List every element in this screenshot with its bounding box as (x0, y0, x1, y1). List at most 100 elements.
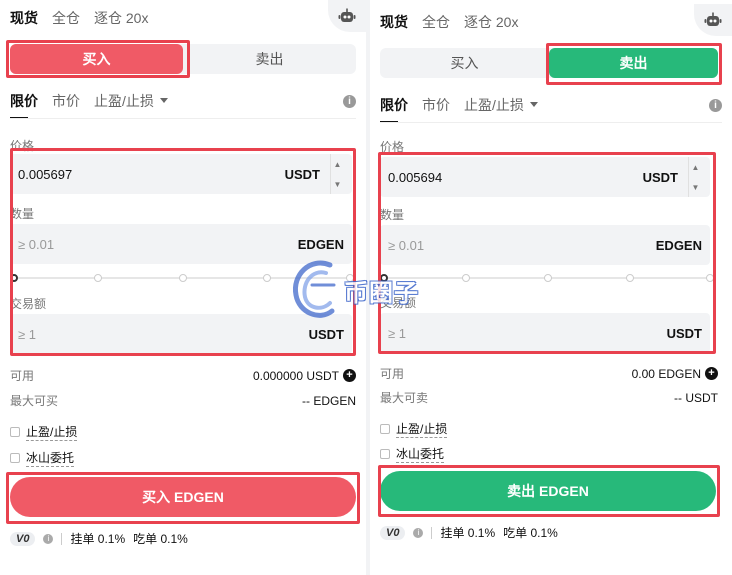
slider-mark-75[interactable] (263, 274, 271, 282)
amount-input[interactable]: ≥ 1 USDT (380, 313, 710, 353)
slider-mark-75[interactable] (626, 274, 634, 282)
trading-bot-button[interactable] (694, 4, 732, 36)
amount-unit: USDT (666, 325, 702, 341)
available-value: 0.00 EDGEN (631, 366, 701, 381)
price-unit: USDT (284, 166, 320, 182)
maker-fee: 挂单 0.1% (70, 532, 126, 546)
tp-sl-option-label: 止盈/止损 (396, 422, 448, 438)
price-stepper: ▲ ▼ (688, 157, 702, 197)
quantity-input[interactable]: ≥ 0.01 EDGEN (380, 225, 710, 265)
tp-sl-label: 止盈/止损 (94, 93, 154, 109)
tp-sl-checkbox[interactable] (380, 424, 390, 434)
info-icon[interactable]: i (43, 533, 54, 544)
percent-slider[interactable] (380, 272, 714, 284)
available-value: 0.000000 USDT (252, 368, 339, 383)
available-label: 可用 (10, 369, 35, 383)
buy-side-button[interactable]: 买入 (10, 44, 183, 74)
tab-spot[interactable]: 现货 (380, 12, 408, 32)
fee-rate-row: V0 i 挂单 0.1% 吃单 0.1% (380, 524, 558, 541)
price-unit: USDT (642, 169, 678, 185)
robot-icon (338, 8, 356, 22)
price-input[interactable]: 0.005697 USDT ▲ ▼ (10, 154, 352, 194)
sell-order-panel: 现货 全仓 逐仓 20x 买入 卖出 限价 市价 止盈/止损 i 价格 0.00… (370, 0, 732, 575)
slider-mark-0[interactable] (10, 274, 18, 282)
sell-side-button[interactable]: 卖出 (183, 44, 356, 74)
plus-circle-icon[interactable]: + (343, 369, 356, 382)
quantity-placeholder: ≥ 0.01 (18, 236, 55, 252)
tp-sl-option[interactable]: 止盈/止损 (10, 423, 78, 441)
caret-down-icon (529, 102, 538, 107)
vip-level-badge[interactable]: V0 (380, 525, 406, 540)
vip-level-badge[interactable]: V0 (10, 531, 36, 546)
separator (61, 532, 63, 545)
trading-bot-button[interactable] (328, 0, 366, 32)
stepper-up-icon[interactable]: ▲ (689, 157, 702, 177)
tab-market-order[interactable]: 市价 (422, 95, 450, 115)
max-buy-row: 最大可买 -- EDGEN (10, 392, 356, 409)
max-buy-label: 最大可买 (10, 394, 59, 408)
trade-mode-tabs: 现货 全仓 逐仓 20x (380, 12, 518, 32)
sell-side-button[interactable]: 卖出 (549, 48, 718, 78)
quantity-label: 数量 (10, 207, 35, 221)
iceberg-option[interactable]: 冰山委托 (380, 445, 445, 463)
tab-market-order[interactable]: 市价 (52, 91, 80, 111)
maker-fee: 挂单 0.1% (440, 526, 496, 540)
tp-sl-checkbox[interactable] (10, 427, 20, 437)
watermark-text: 币圈子 (344, 279, 419, 307)
caret-down-icon (159, 98, 168, 103)
iceberg-checkbox[interactable] (10, 453, 20, 463)
amount-placeholder: ≥ 1 (388, 325, 406, 341)
info-icon[interactable]: i (413, 527, 424, 538)
slider-mark-25[interactable] (94, 274, 102, 282)
buy-side-button[interactable]: 买入 (380, 48, 549, 78)
slider-mark-50[interactable] (179, 274, 187, 282)
quantity-label: 数量 (380, 208, 405, 222)
robot-icon (704, 12, 722, 26)
buy-submit-button[interactable]: 买入 EDGEN (10, 477, 356, 517)
divider-line (10, 118, 356, 119)
fee-rate-row: V0 i 挂单 0.1% 吃单 0.1% (10, 530, 188, 547)
order-type-tabs: 限价 市价 止盈/止损 i (380, 95, 722, 123)
slider-mark-100[interactable] (706, 274, 714, 282)
tab-spot[interactable]: 现货 (10, 8, 38, 28)
iceberg-option-label: 冰山委托 (396, 447, 445, 463)
quantity-unit: EDGEN (655, 237, 702, 253)
plus-circle-icon[interactable]: + (705, 367, 718, 380)
tab-limit-order[interactable]: 限价 (380, 95, 408, 123)
separator (431, 526, 433, 539)
stepper-down-icon[interactable]: ▼ (689, 177, 702, 197)
buy-sell-toggle: 买入 卖出 (380, 48, 718, 78)
amount-placeholder: ≥ 1 (18, 326, 36, 342)
sell-submit-button[interactable]: 卖出 EDGEN (380, 471, 716, 511)
amount-unit: USDT (308, 326, 344, 342)
price-input[interactable]: 0.005694 USDT ▲ ▼ (380, 157, 710, 197)
price-value: 0.005697 (18, 166, 73, 182)
max-sell-label: 最大可卖 (380, 391, 429, 405)
slider-mark-50[interactable] (544, 274, 552, 282)
available-balance-row: 可用 0.00 EDGEN + (380, 365, 718, 382)
tab-isolated-margin[interactable]: 逐仓 20x (94, 8, 148, 28)
stepper-up-icon[interactable]: ▲ (331, 154, 344, 174)
tab-tp-sl-order[interactable]: 止盈/止损 (464, 95, 538, 115)
trade-mode-tabs: 现货 全仓 逐仓 20x (10, 8, 148, 28)
tab-limit-order[interactable]: 限价 (10, 91, 38, 119)
iceberg-checkbox[interactable] (380, 449, 390, 459)
iceberg-option-label: 冰山委托 (26, 451, 75, 467)
divider-line (380, 122, 722, 123)
watermark-logo: 币圈子 (290, 255, 419, 325)
tp-sl-option[interactable]: 止盈/止损 (380, 420, 448, 438)
max-sell-row: 最大可卖 -- USDT (380, 389, 718, 406)
tab-tp-sl-order[interactable]: 止盈/止损 (94, 91, 168, 111)
iceberg-option[interactable]: 冰山委托 (10, 449, 75, 467)
available-label: 可用 (380, 367, 405, 381)
slider-mark-25[interactable] (462, 274, 470, 282)
tab-isolated-margin[interactable]: 逐仓 20x (464, 12, 518, 32)
quantity-unit: EDGEN (297, 236, 344, 252)
info-icon[interactable]: i (709, 98, 722, 112)
max-buy-value: -- EDGEN (302, 393, 356, 408)
amount-label: 交易额 (10, 297, 47, 311)
tab-cross-margin[interactable]: 全仓 (422, 12, 450, 32)
tab-cross-margin[interactable]: 全仓 (52, 8, 80, 28)
info-icon[interactable]: i (343, 94, 356, 108)
stepper-down-icon[interactable]: ▼ (331, 174, 344, 194)
